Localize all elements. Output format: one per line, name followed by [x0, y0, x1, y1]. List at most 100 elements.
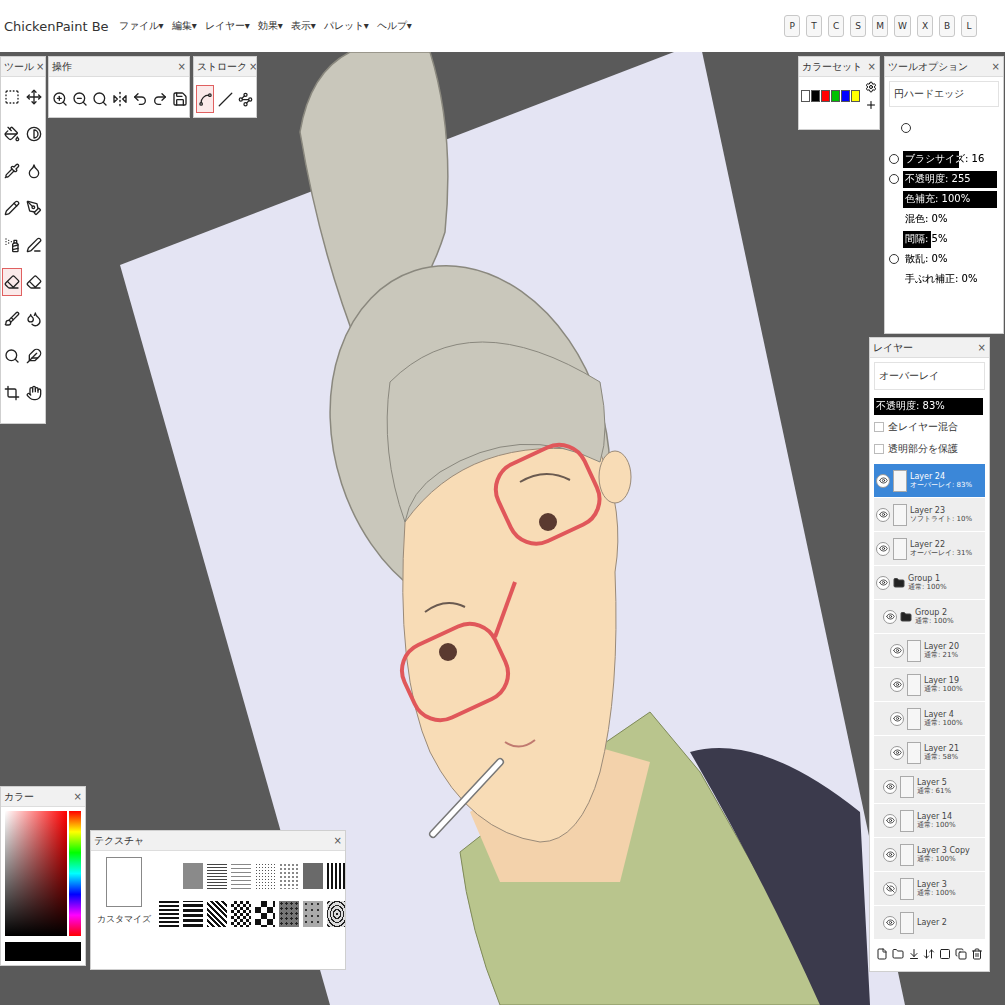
operation-button[interactable]	[111, 85, 129, 113]
palette-button[interactable]: X	[917, 15, 933, 37]
layer-row[interactable]: Layer 22オーバーレイ: 31%	[874, 532, 985, 565]
tools-panel[interactable]: ツール×	[0, 56, 46, 424]
color-swatch[interactable]	[811, 90, 820, 102]
tool-button[interactable]	[2, 194, 22, 222]
texture-panel[interactable]: テクスチャ×カスタマイズ	[90, 830, 346, 970]
tool-button[interactable]	[2, 157, 22, 185]
saturation-value-area[interactable]	[5, 811, 67, 936]
layer-row[interactable]: Layer 14通常: 100%	[874, 804, 985, 837]
visibility-toggle[interactable]	[890, 746, 904, 760]
menu-item[interactable]: 表示▾	[291, 19, 316, 33]
operation-button[interactable]	[71, 85, 89, 113]
close-button[interactable]: ×	[74, 791, 82, 802]
texture-cell[interactable]	[255, 863, 275, 889]
panel-header[interactable]: レイヤー×	[870, 338, 989, 358]
plus-icon[interactable]	[865, 99, 877, 111]
tool-button[interactable]	[24, 157, 44, 185]
close-button[interactable]: ×	[249, 61, 257, 72]
palette-button[interactable]: S	[850, 15, 866, 37]
custom-texture[interactable]: カスタマイズ	[97, 857, 151, 927]
close-button[interactable]: ×	[334, 835, 342, 846]
layer-row[interactable]: Layer 21通常: 58%	[874, 736, 985, 769]
visibility-toggle[interactable]	[890, 712, 904, 726]
move-icon[interactable]	[923, 948, 935, 960]
layers-panel[interactable]: レイヤー×オーバーレイ不透明度: 83%全レイヤー混合透明部分を保護Layer …	[869, 337, 990, 972]
slider[interactable]: 色補充: 100%	[903, 191, 997, 208]
stroke-button[interactable]	[196, 85, 214, 113]
mask-icon[interactable]	[939, 948, 951, 960]
color-swatch[interactable]	[841, 90, 850, 102]
panel-header[interactable]: 操作×	[49, 57, 189, 77]
tool-button[interactable]	[2, 379, 22, 407]
menu-item[interactable]: ヘルプ▾	[377, 19, 412, 33]
menu-item[interactable]: ファイル▾	[119, 19, 164, 33]
layer-row[interactable]: Group 2通常: 100%	[874, 600, 985, 633]
checkbox[interactable]	[874, 444, 884, 454]
texture-cell[interactable]	[183, 863, 203, 889]
layer-row[interactable]: Layer 24オーバーレイ: 83%	[874, 464, 985, 497]
operation-button[interactable]	[151, 85, 169, 113]
texture-cell[interactable]	[327, 901, 346, 927]
palette-button[interactable]: T	[806, 15, 822, 37]
operations-panel[interactable]: 操作×	[48, 56, 190, 118]
color-panel[interactable]: カラー×	[0, 786, 86, 966]
close-button[interactable]: ×	[178, 61, 186, 72]
color-set-panel[interactable]: カラーセット×	[798, 56, 880, 130]
blend-mode-select[interactable]: オーバーレイ	[874, 362, 985, 390]
brush-field[interactable]: 円ハードエッジ	[889, 81, 999, 107]
tool-button[interactable]	[24, 83, 44, 111]
tool-button[interactable]	[2, 83, 22, 111]
slider[interactable]: 混色: 0%	[903, 211, 997, 228]
tool-button[interactable]	[24, 305, 44, 333]
hue-bar[interactable]	[69, 811, 81, 936]
pressure-toggle[interactable]	[889, 254, 899, 264]
tool-button[interactable]	[24, 342, 44, 370]
texture-cell[interactable]	[279, 901, 299, 927]
operation-button[interactable]	[171, 85, 189, 113]
close-button[interactable]: ×	[868, 61, 876, 72]
tool-button[interactable]	[24, 231, 44, 259]
palette-button[interactable]: C	[828, 15, 844, 37]
slider[interactable]: 手ぶれ補正: 0%	[903, 271, 997, 288]
layer-row[interactable]: Group 1通常: 100%	[874, 566, 985, 599]
visibility-toggle[interactable]	[890, 678, 904, 692]
checkbox[interactable]	[874, 422, 884, 432]
visibility-toggle[interactable]	[883, 814, 897, 828]
menu-item[interactable]: 効果▾	[258, 19, 283, 33]
checkbox-row[interactable]: 全レイヤー混合	[874, 416, 985, 438]
tool-options-panel[interactable]: ツールオプション×円ハードエッジブラシサイズ: 16不透明度: 255色補充: …	[884, 56, 1004, 334]
visibility-toggle[interactable]	[883, 848, 897, 862]
visibility-toggle[interactable]	[883, 780, 897, 794]
layer-row[interactable]: Layer 4通常: 100%	[874, 702, 985, 735]
tool-button[interactable]	[24, 120, 44, 148]
texture-cell[interactable]	[231, 863, 251, 889]
merge-down-icon[interactable]	[908, 948, 920, 960]
slider[interactable]: ブラシサイズ: 16	[903, 151, 997, 168]
color-swatch[interactable]	[851, 90, 860, 102]
visibility-toggle[interactable]	[876, 542, 890, 556]
slider[interactable]: 間隔: 5%	[903, 231, 997, 248]
stroke-panel[interactable]: ストローク×	[193, 56, 257, 118]
add-group-icon[interactable]	[892, 948, 904, 960]
gear-icon[interactable]	[865, 81, 877, 93]
tool-button[interactable]	[24, 194, 44, 222]
color-swatch[interactable]	[801, 90, 810, 102]
visibility-toggle[interactable]	[883, 610, 897, 624]
panel-header[interactable]: カラー×	[1, 787, 85, 807]
visibility-toggle[interactable]	[876, 474, 890, 488]
checkbox-row[interactable]: 透明部分を保護	[874, 438, 985, 460]
layer-row[interactable]: Layer 23ソフトライト: 10%	[874, 498, 985, 531]
layer-row[interactable]: Layer 3 Copy通常: 100%	[874, 838, 985, 871]
layer-row[interactable]: Layer 3通常: 100%	[874, 872, 985, 905]
texture-cell[interactable]	[183, 901, 203, 927]
tool-button[interactable]	[2, 305, 22, 333]
operation-button[interactable]	[91, 85, 109, 113]
texture-cell[interactable]	[279, 863, 299, 889]
delete-icon[interactable]	[971, 948, 983, 960]
slider[interactable]: 散乱: 0%	[903, 251, 997, 268]
pressure-toggle[interactable]	[889, 174, 899, 184]
visibility-toggle[interactable]	[883, 916, 897, 930]
color-swatch[interactable]	[831, 90, 840, 102]
texture-cell[interactable]	[255, 901, 275, 927]
tool-button[interactable]	[2, 120, 22, 148]
